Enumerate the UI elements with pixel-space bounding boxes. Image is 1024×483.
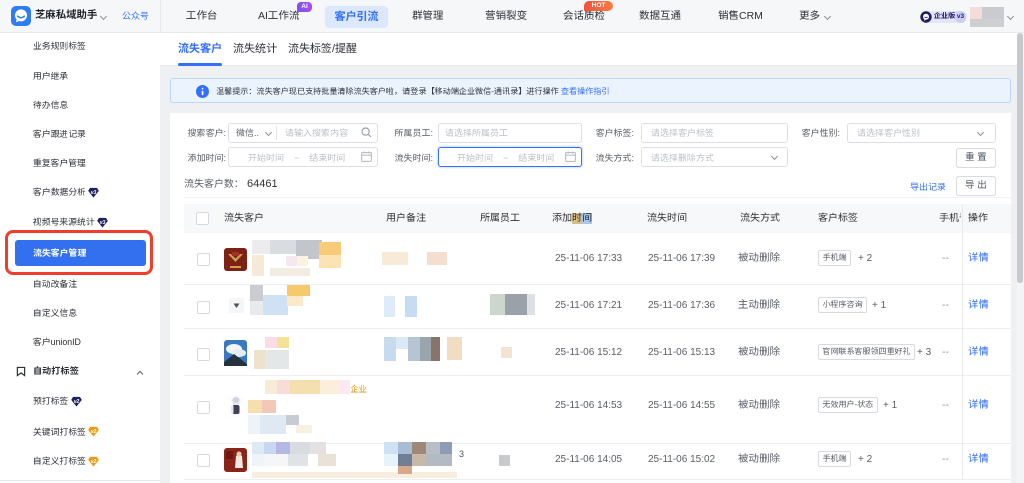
svg-text:v2: v2: [91, 458, 97, 464]
svg-text:v2: v2: [91, 429, 97, 435]
svg-text:v2: v2: [74, 399, 80, 405]
svg-text:v3: v3: [91, 190, 97, 196]
svg-text:v3: v3: [100, 220, 106, 226]
